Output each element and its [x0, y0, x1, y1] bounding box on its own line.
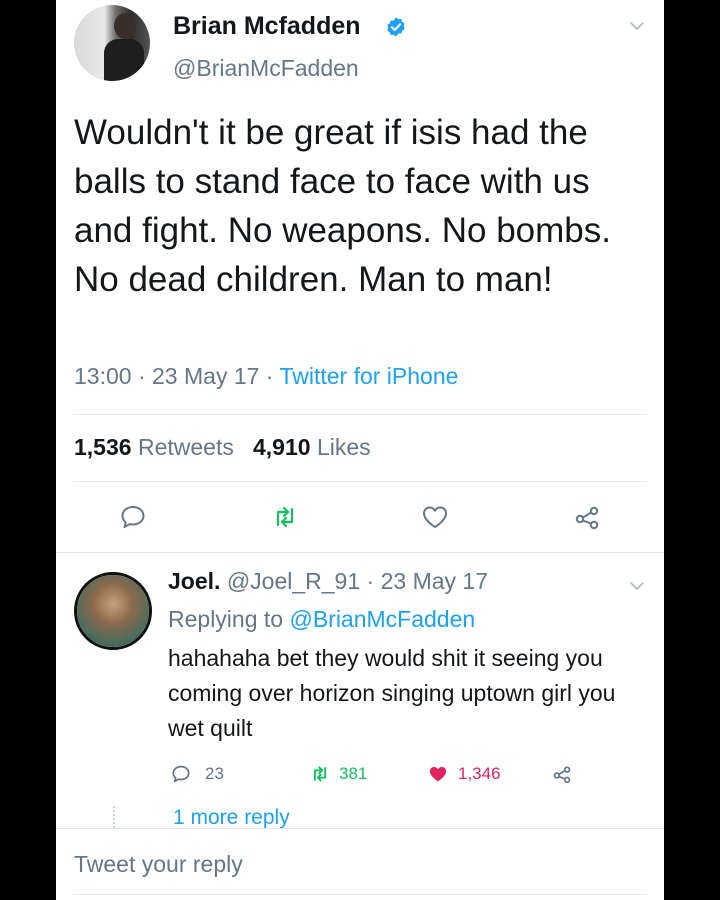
replying-to-link[interactable]: @BrianMcFadden: [289, 606, 475, 632]
tweet-meta: 13:00 · 23 May 17 · Twitter for iPhone: [74, 363, 458, 390]
meta-separator: ·: [360, 568, 381, 594]
avatar-image-shape: [77, 575, 149, 647]
heart-icon[interactable]: [420, 502, 450, 532]
tweet-date: 23 May 17: [152, 363, 260, 389]
reply-author-avatar[interactable]: [74, 572, 152, 650]
share-icon[interactable]: [572, 502, 602, 532]
author-avatar[interactable]: [74, 5, 150, 81]
tweet-source-link[interactable]: Twitter for iPhone: [279, 363, 458, 389]
likes-label: Likes: [316, 434, 371, 460]
tweet-detail-screen: Brian Mcfadden @BrianMcFadden Wouldn't i…: [56, 0, 664, 900]
reply-icon[interactable]: [118, 502, 148, 532]
reply-like-count: 1,346: [458, 764, 501, 783]
retweets-stat[interactable]: 1,536 Retweets: [74, 434, 234, 460]
tweet-time: 13:00: [74, 363, 132, 389]
retweets-count: 1,536: [74, 434, 132, 460]
replying-prefix: Replying to: [168, 606, 284, 632]
divider: [74, 481, 646, 482]
more-replies-link[interactable]: 1 more reply: [173, 806, 290, 828]
reply-author-handle[interactable]: @Joel_R_91: [227, 568, 360, 594]
tweet-stats: 1,536 Retweets 4,910 Likes: [74, 434, 371, 461]
verified-badge-icon: [387, 17, 405, 37]
chevron-down-icon[interactable]: [629, 18, 645, 34]
divider: [74, 414, 646, 415]
likes-stat[interactable]: 4,910 Likes: [253, 434, 371, 460]
author-handle[interactable]: @BrianMcFadden: [173, 55, 359, 82]
reply-composer-input[interactable]: Tweet your reply: [74, 851, 243, 878]
reply-header: Joel. @Joel_R_91 · 23 May 17: [168, 568, 488, 595]
reply-retweet-count: 381: [339, 764, 368, 783]
divider: [56, 828, 664, 829]
reply-icon[interactable]: [170, 763, 192, 785]
thread-connector: [113, 806, 117, 828]
meta-separator: ·: [131, 363, 153, 389]
avatar-head-shape: [114, 13, 136, 39]
divider: [56, 552, 664, 553]
author-name[interactable]: Brian Mcfadden: [173, 12, 361, 41]
retweet-icon[interactable]: [309, 763, 331, 785]
likes-count: 4,910: [253, 434, 311, 460]
reply-count: 23: [205, 764, 224, 783]
reply-author-name[interactable]: Joel.: [168, 568, 220, 594]
retweets-label: Retweets: [137, 434, 234, 460]
replying-to-line: Replying to @BrianMcFadden: [168, 606, 475, 633]
share-icon[interactable]: [551, 763, 573, 785]
meta-separator: ·: [259, 363, 280, 389]
divider: [74, 894, 646, 895]
heart-filled-icon[interactable]: [427, 763, 449, 785]
tweet-text: Wouldn't it be great if isis had the bal…: [74, 113, 611, 299]
reply-date: 23 May 17: [380, 568, 488, 594]
retweet-icon[interactable]: [270, 502, 300, 532]
chevron-down-icon[interactable]: [629, 578, 645, 594]
reply-text: hahahaha bet they would shit it seeing y…: [168, 645, 616, 741]
avatar-body-shape: [104, 39, 144, 81]
